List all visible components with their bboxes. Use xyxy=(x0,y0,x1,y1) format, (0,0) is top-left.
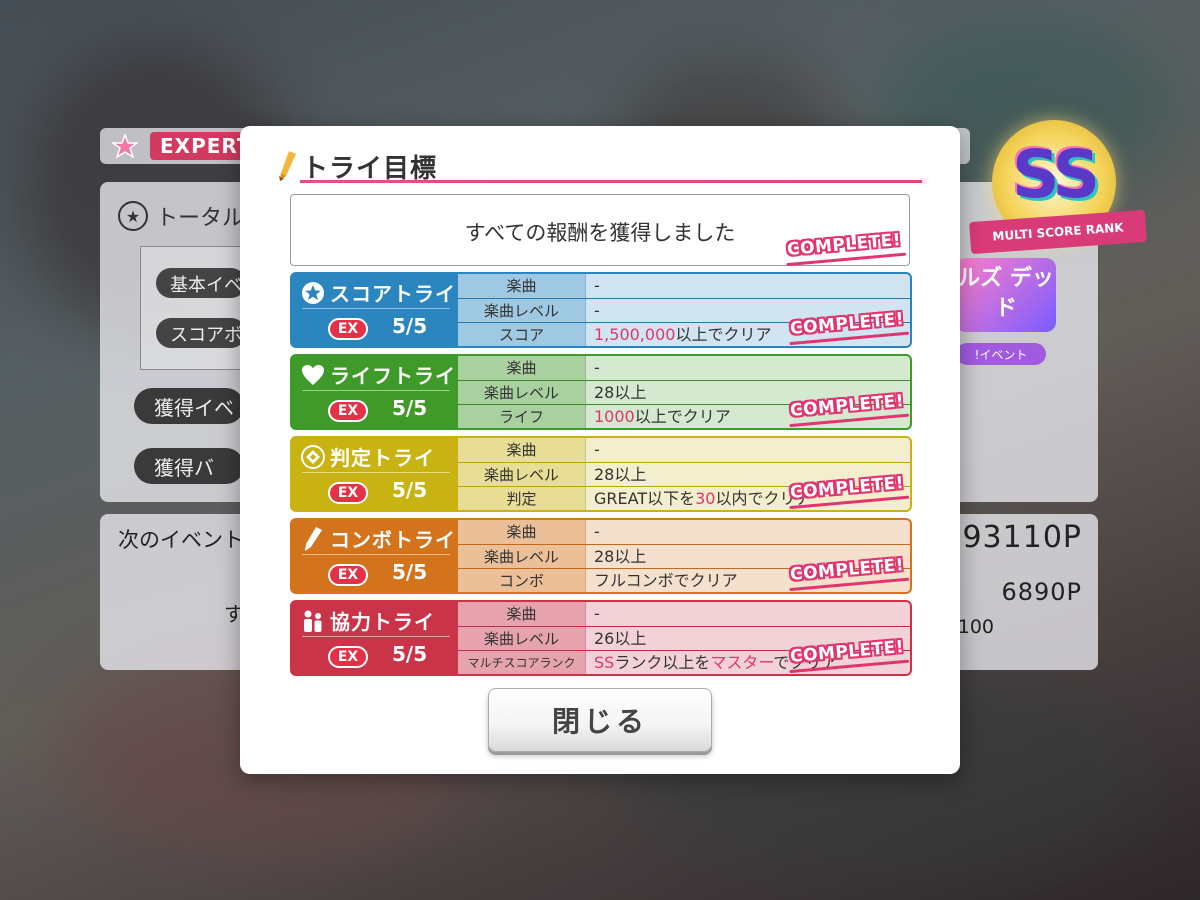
condition-key: 判定 xyxy=(458,487,586,510)
multi-score-rank-badge: SS MULTI SCORE RANK xyxy=(968,112,1148,257)
points-sub: 100 xyxy=(957,616,994,638)
try-name: 判定トライ xyxy=(330,446,435,470)
condition-key: 楽曲 xyxy=(458,520,586,544)
condition-value: - xyxy=(586,520,910,544)
total-label: トータル xyxy=(156,206,245,231)
total-points: 93110P xyxy=(962,520,1082,555)
condition-value: - xyxy=(586,356,910,380)
star-icon xyxy=(108,132,142,160)
try-card-life: ライフトライ EX 5/5 楽曲 - 楽曲レベル 28以上 ライフ 1000以上… xyxy=(290,354,912,430)
condition-value: - xyxy=(586,438,910,462)
try-name: コンボトライ xyxy=(330,528,456,552)
pencil-icon xyxy=(279,151,296,181)
try-name: 協力トライ xyxy=(330,610,435,634)
try-header: コンボトライ EX 5/5 xyxy=(292,520,458,592)
try-header: ライフトライ EX 5/5 xyxy=(292,356,458,428)
divider xyxy=(302,636,450,637)
ex-badge: EX xyxy=(328,482,368,504)
rank-text: SS xyxy=(1011,136,1100,213)
try-header: 協力トライ EX 5/5 xyxy=(292,602,458,674)
next-event-label: 次のイベント xyxy=(118,528,244,552)
condition-key: 楽曲 xyxy=(458,438,586,462)
earned-points: 6890P xyxy=(1001,578,1082,606)
try-name: スコアトライ xyxy=(330,282,456,306)
condition-key: 楽曲 xyxy=(458,274,586,298)
divider xyxy=(302,390,450,391)
condition-row: 楽曲 - xyxy=(458,602,910,626)
earned-badge-button[interactable]: 獲得バ xyxy=(134,448,244,484)
condition-text: ランク以上を xyxy=(614,653,711,672)
condition-text: GREAT以下を xyxy=(594,489,696,508)
try-progress: 5/5 xyxy=(392,396,428,420)
condition-key: コンボ xyxy=(458,569,586,592)
heart-icon xyxy=(300,362,326,388)
basic-event-pill: 基本イベ xyxy=(156,268,246,298)
condition-value: - xyxy=(586,602,910,626)
reward-status-box: すべての報酬を獲得しました COMPLETE! xyxy=(290,194,910,266)
try-header: 判定トライ EX 5/5 xyxy=(292,438,458,510)
condition-text: 以上でクリア xyxy=(634,407,731,426)
try-conditions: 楽曲 - 楽曲レベル 28以上 ライフ 1000以上でクリア xyxy=(458,356,910,428)
highlight-value: 1000 xyxy=(594,407,635,426)
title-underline xyxy=(300,180,922,183)
condition-key: 楽曲レベル xyxy=(458,627,586,650)
try-card-combo: コンボトライ EX 5/5 楽曲 - 楽曲レベル 28以上 コンボ フルコンボで… xyxy=(290,518,912,594)
try-conditions: 楽曲 - 楽曲レベル - スコア 1,500,000以上でクリア xyxy=(458,274,910,346)
try-progress: 5/5 xyxy=(392,560,428,584)
star-icon xyxy=(300,280,326,306)
condition-key: 楽曲レベル xyxy=(458,545,586,568)
try-progress: 5/5 xyxy=(392,478,428,502)
rank-ribbon: MULTI SCORE RANK xyxy=(969,209,1147,255)
condition-key: 楽曲レベル xyxy=(458,381,586,404)
score-bonus-pill: スコアボ xyxy=(156,318,246,348)
try-conditions: 楽曲 - 楽曲レベル 28以上 コンボ フルコンボでクリア xyxy=(458,520,910,592)
condition-key: スコア xyxy=(458,323,586,346)
ex-badge: EX xyxy=(328,564,368,586)
modal-header: トライ目標 xyxy=(276,146,922,184)
try-progress: 5/5 xyxy=(392,314,428,338)
divider xyxy=(302,308,450,309)
try-conditions: 楽曲 - 楽曲レベル 28以上 判定 GREAT以下を30以内でクリア xyxy=(458,438,910,510)
ex-badge: EX xyxy=(328,318,368,340)
condition-key: マルチスコアランク xyxy=(458,651,586,674)
ex-badge: EX xyxy=(328,646,368,668)
condition-row: 楽曲 - xyxy=(458,520,910,544)
condition-key: ライフ xyxy=(458,405,586,428)
try-card-score: スコアトライ EX 5/5 楽曲 - 楽曲レベル - スコア 1,500,000… xyxy=(290,272,912,348)
condition-row: 楽曲 - xyxy=(458,438,910,462)
pen-icon xyxy=(300,526,326,552)
people-icon xyxy=(300,608,326,634)
condition-key: 楽曲レベル xyxy=(458,463,586,486)
condition-text: 以上でクリア xyxy=(675,325,772,344)
close-button[interactable]: 閉じる xyxy=(488,688,712,752)
try-progress: 5/5 xyxy=(392,642,428,666)
highlight-value: マスター xyxy=(710,653,774,672)
try-conditions: 楽曲 - 楽曲レベル 26以上 マルチスコアランク SSランク以上をマスターでク… xyxy=(458,602,910,674)
event-type-pill: !イベント xyxy=(956,343,1046,365)
ex-badge: EX xyxy=(328,400,368,422)
try-goal-modal: トライ目標 すべての報酬を獲得しました COMPLETE! スコアトライ EX … xyxy=(240,126,960,774)
try-name: ライフトライ xyxy=(330,364,456,388)
earned-event-button[interactable]: 獲得イベ xyxy=(134,388,244,424)
divider xyxy=(302,472,450,473)
event-logo: ルズ デッド xyxy=(956,258,1056,332)
condition-key: 楽曲 xyxy=(458,356,586,380)
highlight-value: 1,500,000 xyxy=(594,325,676,344)
total-heading: ★ トータル xyxy=(118,200,244,232)
condition-value: - xyxy=(586,274,910,298)
condition-row: 楽曲 - xyxy=(458,274,910,298)
star-circle-icon: ★ xyxy=(118,201,148,231)
try-card-coop: 協力トライ EX 5/5 楽曲 - 楽曲レベル 26以上 マルチスコアランク S… xyxy=(290,600,912,676)
condition-key: 楽曲レベル xyxy=(458,299,586,322)
highlight-value: 30 xyxy=(695,489,716,508)
divider xyxy=(302,554,450,555)
condition-key: 楽曲 xyxy=(458,602,586,626)
target-icon xyxy=(300,444,326,470)
try-header: スコアトライ EX 5/5 xyxy=(292,274,458,346)
highlight-value: SS xyxy=(594,653,615,672)
condition-row: 楽曲 - xyxy=(458,356,910,380)
try-card-judge: 判定トライ EX 5/5 楽曲 - 楽曲レベル 28以上 判定 GREAT以下を… xyxy=(290,436,912,512)
